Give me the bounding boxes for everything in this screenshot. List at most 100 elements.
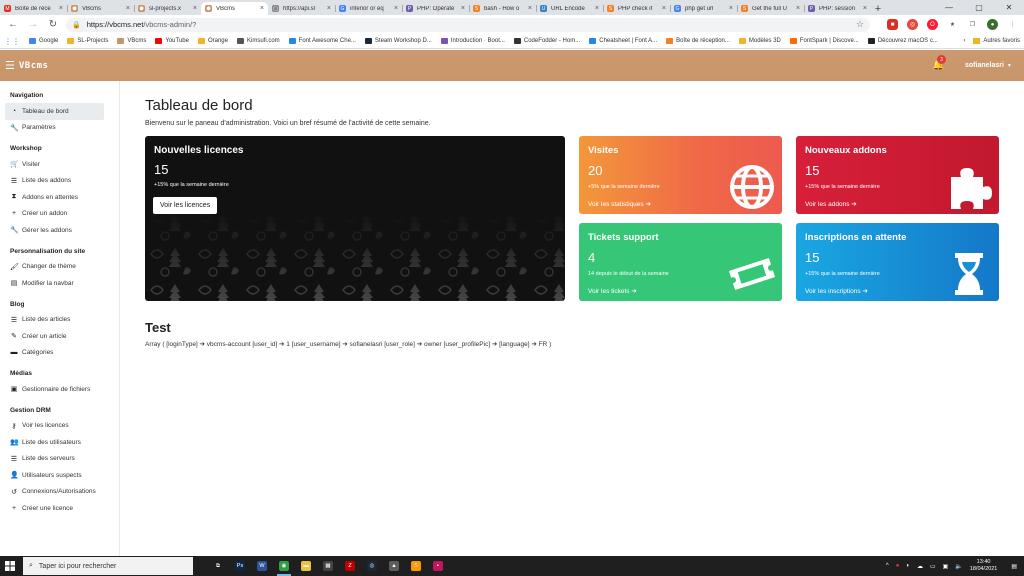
tab-close-icon[interactable]: × <box>528 5 532 12</box>
sidebar-item[interactable]: ▬ Catégories <box>0 345 119 362</box>
tab-close-icon[interactable]: × <box>863 5 867 12</box>
view-inscriptions-link[interactable]: Voir les inscriptions ➔ <box>805 287 868 295</box>
sublime-icon[interactable]: S <box>405 556 427 576</box>
collections-icon[interactable]: ❐ <box>967 19 978 30</box>
browser-tab[interactable]: Sbash - How o × <box>469 2 536 15</box>
browser-tab[interactable]: M Boîte de réce × <box>0 2 67 15</box>
tab-close-icon[interactable]: × <box>796 5 800 12</box>
reload-icon[interactable]: ↻ <box>46 18 60 32</box>
browser-tab[interactable]: U URL Encode × <box>536 2 603 15</box>
clock[interactable]: 13:40 18/04/2021 <box>970 559 998 573</box>
sidebar-item[interactable]: + Créer un addon <box>0 206 119 223</box>
maximize-icon[interactable]: ▢ <box>964 0 994 15</box>
sidebar-item[interactable]: 🔧 Gérer les addons <box>0 222 119 239</box>
tray-app-icon[interactable]: ● <box>896 563 900 569</box>
bookmark-item[interactable]: Kimsufi.com <box>236 38 280 44</box>
hamburger-menu-icon[interactable]: ☰ <box>5 59 15 72</box>
bookmark-item[interactable]: CodeFodder - Hom... <box>513 38 580 44</box>
volume-icon[interactable]: 🔈 <box>955 563 962 570</box>
view-tickets-link[interactable]: Voir les tickets ➔ <box>588 287 637 295</box>
notifications-bell-icon[interactable]: 🔔 3 <box>932 55 946 71</box>
photoshop-icon[interactable]: Ps <box>229 556 251 576</box>
browser-tab[interactable]: P PHP: session × <box>804 2 871 15</box>
browser-tab[interactable]: ⬢ sl-projects.x × <box>134 2 201 15</box>
bookmark-item[interactable]: YouTube <box>155 38 189 44</box>
bookmark-item[interactable]: Orange <box>197 38 228 44</box>
menu-dots-icon[interactable]: ⋮ <box>1007 19 1018 30</box>
bookmark-item[interactable]: FontSpark | Discove... <box>789 38 859 44</box>
new-tab-icon[interactable]: + <box>871 2 885 15</box>
task-view-icon[interactable]: ⧉ <box>207 556 229 576</box>
close-icon[interactable]: ✕ <box>994 0 1024 15</box>
taskbar-search-input[interactable]: ⌕ Taper ici pour rechercher <box>23 557 193 575</box>
user-menu[interactable]: sofianelasri ▾ <box>965 62 1011 69</box>
tab-close-icon[interactable]: × <box>193 5 197 12</box>
filezilla-icon[interactable]: Z <box>339 556 361 576</box>
sidebar-item[interactable]: ▤ Modifier la navbar <box>0 275 119 292</box>
sidebar-item[interactable]: 👥 Liste des utilisateurs <box>0 434 119 451</box>
profile-avatar-icon[interactable]: ● <box>987 19 998 30</box>
tab-close-icon[interactable]: × <box>394 5 398 12</box>
notification-center-icon[interactable]: ▤ <box>1011 563 1017 570</box>
sidebar-item[interactable]: ⚷ Voir les licences <box>0 418 119 435</box>
bookmark-item[interactable]: Introduction · Boot... <box>440 38 505 44</box>
back-icon[interactable]: ← <box>6 18 20 32</box>
steam-icon[interactable]: ◎ <box>361 556 383 576</box>
brand-logo[interactable]: VBcms <box>19 61 49 71</box>
sidebar-item[interactable]: ↺ Connexions/Autorisations <box>0 484 119 501</box>
apps-grid-icon[interactable]: ⋮⋮ <box>4 37 20 46</box>
bookmark-item[interactable]: VBcms <box>117 38 146 44</box>
extension-icon[interactable]: ◎ <box>907 19 918 30</box>
photos-icon[interactable]: ▲ <box>383 556 405 576</box>
browser-tab[interactable]: P PHP: Opérate × <box>402 2 469 15</box>
file-explorer-icon[interactable]: ▬ <box>295 556 317 576</box>
tab-close-icon[interactable]: × <box>729 5 733 12</box>
bookmark-item[interactable]: SL-Projects <box>67 38 108 44</box>
browser-tab[interactable]: Ginferior or eq × <box>335 2 402 15</box>
extension-icon[interactable]: ■ <box>887 19 898 30</box>
bookmark-item[interactable]: Font Awesome Che... <box>288 38 356 44</box>
browser-tab[interactable]: ▢ https://api.sl × <box>268 2 335 15</box>
sidebar-item[interactable]: 🖌 Changer de thème <box>0 259 119 276</box>
tab-close-icon[interactable]: × <box>595 5 599 12</box>
sidebar-item[interactable]: 👤 Utilisateurs suspects <box>0 467 119 484</box>
sidebar-item[interactable]: ⧗ Addons en attentes <box>0 189 119 206</box>
bookmark-star-icon[interactable]: ☆ <box>856 19 864 30</box>
tab-close-icon[interactable]: × <box>461 5 465 12</box>
bookmark-item[interactable]: Steam Workshop D... <box>364 38 432 44</box>
browser-tab[interactable]: Gphp get url × <box>670 2 737 15</box>
view-licences-button[interactable]: Voir les licences <box>153 197 218 214</box>
browser-tab[interactable]: S PHP check if × <box>603 2 670 15</box>
puzzle-icon[interactable]: ★ <box>947 19 958 30</box>
chevron-up-icon[interactable]: ^ <box>886 563 889 569</box>
cloud-icon[interactable]: ☁ <box>917 563 923 570</box>
view-stats-link[interactable]: Voir les statistiques ➔ <box>588 200 651 208</box>
minimize-icon[interactable]: — <box>934 0 964 15</box>
sidebar-item[interactable]: ▣ Gestionnaire de fichiers <box>0 381 119 398</box>
battery-icon[interactable]: ▭ <box>930 563 936 570</box>
bookmarks-overflow[interactable]: › Autres favoris <box>963 38 1020 44</box>
bookmark-item[interactable]: Cheatsheet | Font A... <box>589 38 657 44</box>
bookmark-item[interactable]: Google <box>29 38 58 44</box>
sidebar-item[interactable]: + Créer une licence <box>0 500 119 517</box>
bookmark-item[interactable]: Boîte de réception... <box>666 38 730 44</box>
extension-icon[interactable]: O <box>927 19 938 30</box>
sidebar-item[interactable]: 🔧 Paramètres <box>0 120 119 137</box>
sidebar-item[interactable]: ✎ Créer un article <box>0 328 119 345</box>
sidebar-item[interactable]: ☰ Liste des articles <box>0 312 119 329</box>
browser-tab[interactable]: ⬢ VBcms × <box>67 2 134 15</box>
lock-icon[interactable]: 🔒 <box>72 21 81 29</box>
word-icon[interactable]: W <box>251 556 273 576</box>
sidebar-item[interactable]: ◔ Tableau de bord <box>5 103 104 120</box>
address-bar[interactable]: 🔒 https://vbcms.net/vbcms-admin/? ☆ <box>66 17 870 32</box>
app-red-icon[interactable]: ▪ <box>427 556 449 576</box>
tab-close-icon[interactable]: × <box>662 5 666 12</box>
chrome-icon[interactable]: ◉ <box>273 556 295 576</box>
tab-close-icon[interactable]: × <box>327 5 331 12</box>
tray-app-icon[interactable]: ◐ <box>906 563 910 569</box>
tab-close-icon[interactable]: × <box>126 5 130 12</box>
bookmark-item[interactable]: Découvrez macOS c... <box>867 38 938 44</box>
bookmark-item[interactable]: Modèles 3D <box>738 38 781 44</box>
sidebar-item[interactable]: ☰ Liste des addons <box>0 173 119 190</box>
network-icon[interactable]: ▣ <box>943 563 949 570</box>
